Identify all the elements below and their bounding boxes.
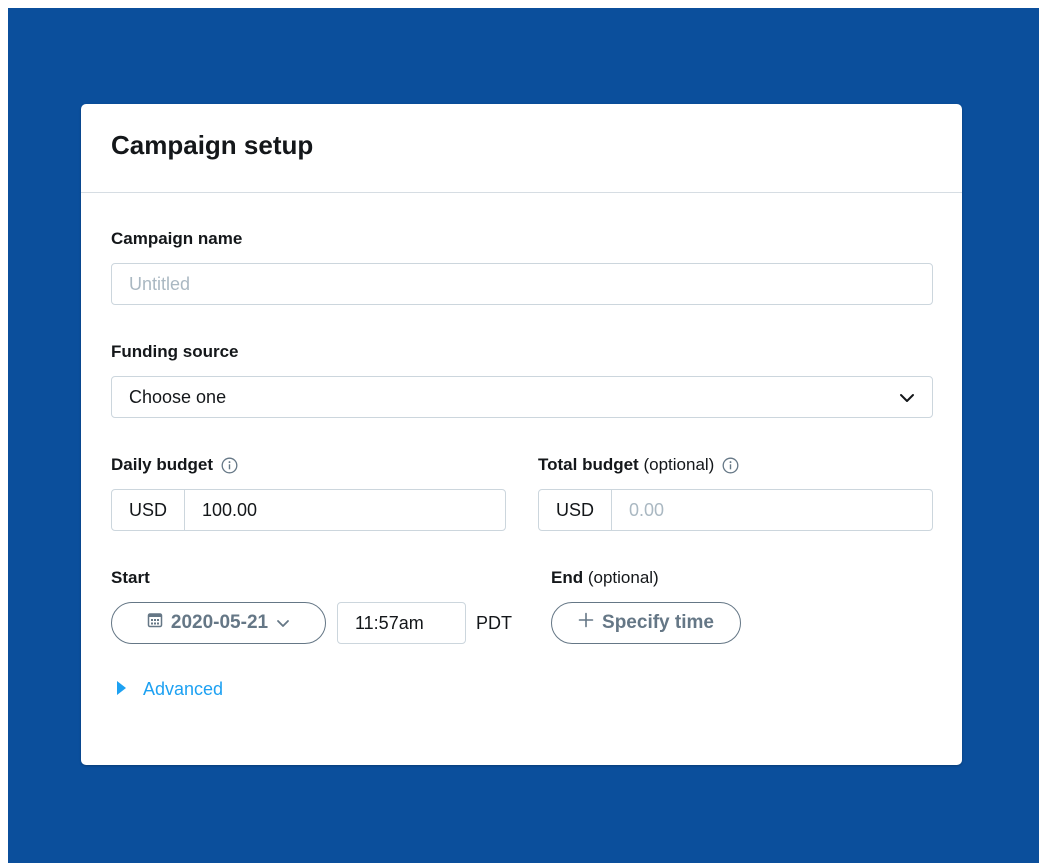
plus-icon: [578, 612, 594, 634]
start-time-value: 11:57am: [355, 612, 424, 633]
advanced-label: Advanced: [143, 679, 224, 699]
daily-budget-field[interactable]: USD 100.00: [111, 489, 506, 531]
start-label: Start: [111, 568, 150, 587]
total-budget-label: Total budget (optional): [538, 455, 739, 475]
start-date-value: 2020-05-21: [170, 612, 269, 633]
start-time-input[interactable]: 11:57am: [337, 602, 466, 644]
page-title: Campaign setup: [111, 129, 314, 160]
advanced-toggle[interactable]: Advanced: [117, 679, 223, 700]
specify-time-button[interactable]: Specify time: [551, 602, 741, 644]
daily-budget-amount: 100.00: [202, 499, 258, 520]
start-date-picker[interactable]: 2020-05-21: [111, 602, 326, 644]
funding-source-label: Funding source: [111, 342, 239, 361]
end-label-text: End: [551, 568, 584, 587]
total-budget-placeholder: 0.00: [629, 499, 665, 520]
total-budget-currency: USD: [539, 490, 612, 530]
daily-budget-label: Daily budget: [111, 455, 238, 475]
info-icon[interactable]: [722, 457, 739, 474]
total-budget-optional: (optional): [643, 455, 715, 474]
campaign-name-input[interactable]: Untitled: [111, 263, 933, 305]
campaign-name-placeholder: Untitled: [129, 273, 191, 294]
card-header: Campaign setup: [81, 104, 962, 193]
funding-source-value: Choose one: [129, 386, 227, 407]
total-budget-label-text: Total budget: [538, 455, 639, 474]
chevron-down-icon: [276, 612, 290, 634]
campaign-setup-card: Campaign setup Campaign name Untitled Fu…: [81, 104, 962, 765]
calendar-icon: [147, 612, 163, 634]
end-optional: (optional): [587, 568, 659, 587]
campaign-name-label: Campaign name: [111, 229, 243, 248]
total-budget-field[interactable]: USD 0.00: [538, 489, 933, 531]
caret-right-icon: [117, 679, 126, 700]
funding-source-select[interactable]: Choose one: [111, 376, 933, 418]
specify-time-label: Specify time: [602, 612, 714, 633]
daily-budget-currency: USD: [112, 490, 185, 530]
end-label: End (optional): [551, 568, 659, 588]
timezone-label: PDT: [476, 613, 512, 633]
info-icon[interactable]: [221, 457, 238, 474]
chevron-down-icon: [899, 387, 915, 408]
